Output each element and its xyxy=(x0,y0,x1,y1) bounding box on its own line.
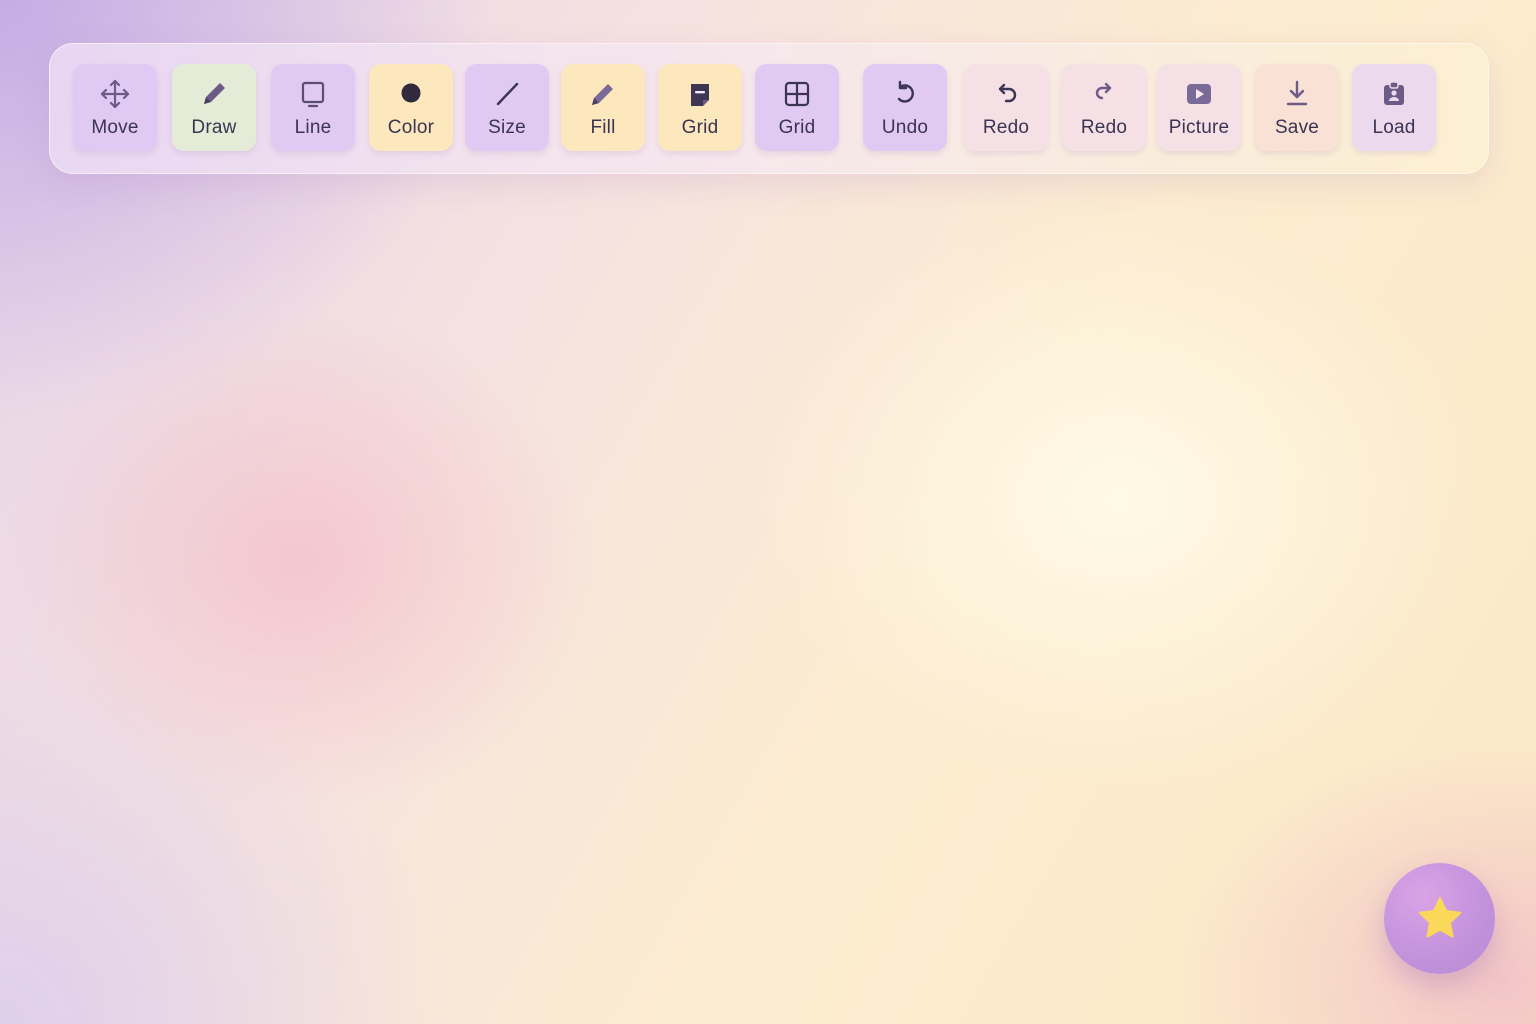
download-icon xyxy=(1282,79,1312,109)
save-label: Save xyxy=(1274,117,1320,138)
grid-note-label: Grid xyxy=(681,117,719,138)
fill-button[interactable]: Fill xyxy=(561,64,645,151)
redo-icon xyxy=(1089,79,1119,109)
toolbar: Move Draw Line Color Size Fill Grid Grid… xyxy=(49,43,1489,174)
move-button[interactable]: Move xyxy=(73,64,157,151)
picture-label: Picture xyxy=(1168,117,1230,138)
grid-icon xyxy=(782,79,812,109)
pencil-icon xyxy=(199,79,229,109)
grid-note-button[interactable]: Grid xyxy=(658,64,742,151)
favorite-fab-button[interactable] xyxy=(1384,863,1495,974)
save-button[interactable]: Save xyxy=(1255,64,1339,151)
picture-button[interactable]: Picture xyxy=(1157,64,1241,151)
grid-label: Grid xyxy=(778,117,816,138)
undo-button[interactable]: Undo xyxy=(863,64,947,151)
move-icon xyxy=(100,79,130,109)
redo-label-1: Redo xyxy=(982,117,1030,138)
undo-icon xyxy=(890,79,920,109)
line-button[interactable]: Line xyxy=(271,64,355,151)
star-icon xyxy=(1415,894,1465,944)
load-label: Load xyxy=(1372,117,1416,138)
square-icon xyxy=(298,79,328,109)
draw-button[interactable]: Draw xyxy=(172,64,256,151)
color-label: Color xyxy=(387,117,435,138)
draw-label: Draw xyxy=(191,117,237,138)
note-icon xyxy=(685,79,715,109)
play-icon xyxy=(1184,79,1214,109)
load-button[interactable]: Load xyxy=(1352,64,1436,151)
line-label: Line xyxy=(294,117,332,138)
redo-button-1[interactable]: Redo xyxy=(964,64,1048,151)
redo-label-2: Redo xyxy=(1080,117,1128,138)
circle-icon xyxy=(396,79,426,109)
fill-label: Fill xyxy=(590,117,616,138)
undo-arrow-icon xyxy=(991,79,1021,109)
size-button[interactable]: Size xyxy=(465,64,549,151)
undo-label: Undo xyxy=(881,117,929,138)
clipboard-icon xyxy=(1379,79,1409,109)
size-label: Size xyxy=(488,117,526,138)
grid-button[interactable]: Grid xyxy=(755,64,839,151)
redo-button-2[interactable]: Redo xyxy=(1062,64,1146,151)
line-icon xyxy=(492,79,522,109)
move-label: Move xyxy=(91,117,139,138)
fill-pencil-icon xyxy=(588,79,618,109)
color-button[interactable]: Color xyxy=(369,64,453,151)
